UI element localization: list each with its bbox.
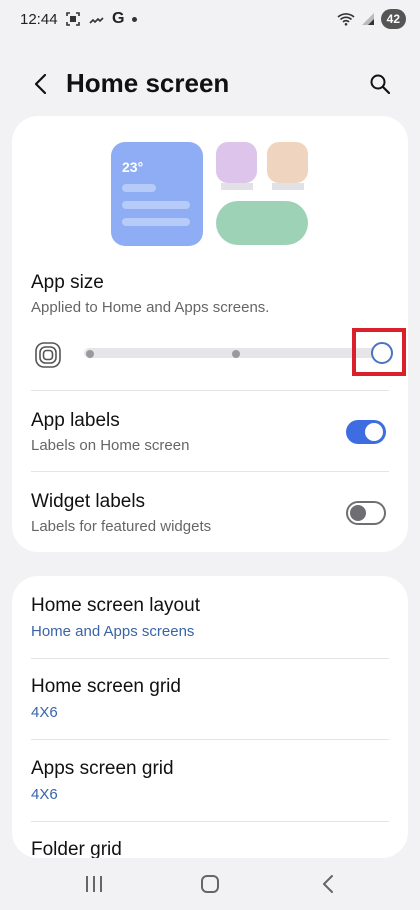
app-size-icon — [35, 342, 61, 368]
page-title: Home screen — [66, 68, 230, 98]
app-header: Home screen — [0, 58, 420, 108]
google-icon: G — [112, 10, 125, 27]
status-time: 12:44 — [20, 11, 58, 28]
preview-widget-line — [122, 201, 190, 209]
missed-call-icon — [89, 17, 104, 24]
list-item-title: Apps screen grid — [31, 758, 174, 779]
widget-labels-title: Widget labels — [31, 491, 146, 512]
list-item-title: Folder grid — [31, 839, 122, 858]
divider — [31, 390, 389, 391]
dot-icon — [132, 16, 138, 22]
preview-app-icon — [267, 142, 308, 183]
toggle-knob — [365, 423, 383, 441]
preview-widget-line — [122, 218, 190, 226]
battery-icon: 42 — [380, 9, 406, 29]
divider — [31, 739, 389, 740]
settings-card-main: 23° App size Applied to Home and Apps sc… — [12, 116, 408, 552]
preview-app-label — [221, 183, 253, 190]
preview-pill-widget — [216, 201, 308, 245]
app-size-subtitle: Applied to Home and Apps screens. — [31, 299, 270, 316]
divider — [31, 658, 389, 659]
widget-labels-subtitle: Labels for featured widgets — [31, 518, 212, 535]
list-item-title: Home screen layout — [31, 595, 200, 616]
recents-button[interactable] — [74, 872, 114, 896]
settings-card-grid: Home screen layout Home and Apps screens… — [12, 576, 408, 858]
app-labels-toggle[interactable] — [346, 420, 386, 444]
slider-stop[interactable] — [86, 350, 94, 358]
list-item-title: Home screen grid — [31, 676, 181, 697]
search-icon — [370, 74, 391, 95]
list-item-value: 4X6 — [31, 704, 58, 721]
preview-weather-widget: 23° — [111, 142, 203, 246]
notification-icons: G — [66, 10, 138, 28]
home-icon — [201, 875, 219, 893]
divider — [31, 821, 389, 822]
highlight-box — [352, 328, 406, 376]
chevron-left-icon — [34, 73, 47, 95]
status-bar: 12:44 G 42 — [0, 0, 420, 40]
back-icon — [323, 875, 333, 893]
preview-app-label — [272, 183, 304, 190]
home-button[interactable] — [190, 872, 230, 896]
recents-icon — [86, 876, 102, 892]
list-item-value: Home and Apps screens — [31, 623, 195, 640]
preview-temperature: 23° — [122, 159, 144, 175]
divider — [31, 471, 389, 472]
home-screen-preview: 23° — [12, 116, 408, 256]
app-size-title: App size — [31, 272, 104, 293]
app-labels-subtitle: Labels on Home screen — [31, 437, 190, 454]
navigation-bar — [0, 862, 420, 910]
slider-stop[interactable] — [232, 350, 240, 358]
search-button[interactable] — [364, 68, 396, 100]
preview-widget-line — [122, 184, 156, 192]
screenshot-icon — [66, 12, 80, 26]
back-nav-button[interactable] — [308, 872, 348, 896]
app-labels-title: App labels — [31, 410, 120, 431]
toggle-knob — [350, 505, 366, 521]
wifi-icon — [337, 13, 355, 26]
widget-labels-toggle[interactable] — [346, 501, 386, 525]
preview-app-icon — [216, 142, 257, 183]
signal-icon — [361, 13, 374, 25]
back-button[interactable] — [24, 68, 56, 100]
list-item-value: 4X6 — [31, 786, 58, 803]
